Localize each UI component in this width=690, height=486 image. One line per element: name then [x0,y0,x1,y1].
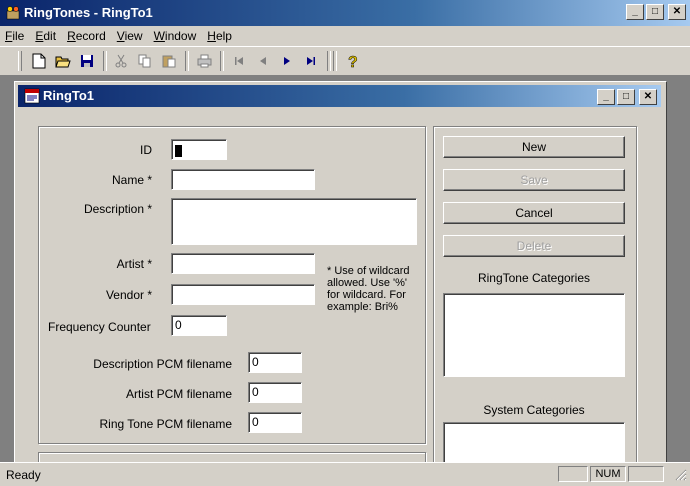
status-panel-caps [558,466,588,482]
ringtone-categories-label: RingTone Categories [477,271,591,285]
child-window-controls: _ □ ✕ [597,89,657,105]
artist-label: Artist * [116,257,152,271]
print-icon[interactable] [193,51,215,71]
status-text: Ready [6,468,41,482]
save-icon[interactable] [76,51,98,71]
first-record-icon[interactable] [228,51,250,71]
artist-pcm-label: Artist PCM filename [125,387,232,401]
child-title-bar[interactable]: RingTo1 _ □ ✕ [18,85,661,107]
copy-icon[interactable] [134,51,156,71]
document-icon [24,88,40,104]
child-title: RingTo1 [43,88,95,103]
menu-record[interactable]: Record [62,26,112,43]
frequency-field[interactable]: 0 [171,315,227,336]
previous-record-icon[interactable] [252,51,274,71]
app-title: RingTones - RingTo1 [24,5,153,20]
cancel-button[interactable]: Cancel [443,202,625,224]
status-panel-scroll [628,466,664,482]
open-icon[interactable] [52,51,74,71]
artist-field[interactable] [171,253,315,274]
system-categories-list[interactable] [443,422,625,462]
svg-text:?: ? [348,54,358,69]
vendor-label: Vendor * [105,288,152,302]
minimize-button[interactable]: _ [626,4,644,20]
menu-edit[interactable]: Edit [30,26,62,43]
child-maximize-button[interactable]: □ [617,89,635,105]
resize-grip-icon[interactable] [675,469,687,481]
help-icon[interactable]: ? [342,51,364,71]
new-button[interactable]: New [443,136,625,158]
menu-window[interactable]: Window [149,26,203,43]
app-title-bar[interactable]: RingTones - RingTo1 _ □ ✕ [0,0,690,26]
menu-help[interactable]: Help [202,26,238,43]
last-record-icon[interactable] [300,51,322,71]
toolbar: ? [0,46,690,76]
app-icon [6,6,20,20]
window-controls: _ □ ✕ [626,4,686,20]
new-icon[interactable] [28,51,50,71]
status-bar: Ready NUM [0,462,690,486]
system-categories-label: System Categories [483,403,585,417]
vendor-field[interactable] [171,284,315,305]
maximize-button[interactable]: □ [646,4,664,20]
delete-button[interactable]: Delete [443,235,625,257]
wildcard-note: * Use of wildcard allowed. Use '%' for w… [327,265,410,313]
text-cursor [175,144,182,157]
menu-view[interactable]: View [112,26,149,43]
child-close-button[interactable]: ✕ [639,89,657,105]
description-field[interactable] [171,198,417,245]
id-field[interactable] [171,139,227,160]
save-button[interactable]: Save [443,169,625,191]
ringtone-categories-list[interactable] [443,293,625,377]
status-panel-num: NUM [590,466,626,482]
cut-icon[interactable] [110,51,132,71]
description-label: Description * [83,202,152,216]
close-button[interactable]: ✕ [668,4,686,20]
description-pcm-field[interactable]: 0 [248,352,302,373]
ring-tone-pcm-label: Ring Tone PCM filename [99,417,232,431]
description-pcm-label: Description PCM filename [93,357,232,371]
artist-pcm-field[interactable]: 0 [248,382,302,403]
menu-file[interactable]: File [0,26,30,43]
name-label: Name * [111,173,152,187]
frequency-label: Frequency Counter [48,320,151,334]
id-label: ID [140,143,152,157]
paste-icon[interactable] [158,51,180,71]
child-minimize-button[interactable]: _ [597,89,615,105]
next-record-icon[interactable] [276,51,298,71]
menu-bar: File Edit Record View Window Help [0,26,690,46]
name-field[interactable] [171,169,315,190]
ring-tone-pcm-field[interactable]: 0 [248,412,302,433]
